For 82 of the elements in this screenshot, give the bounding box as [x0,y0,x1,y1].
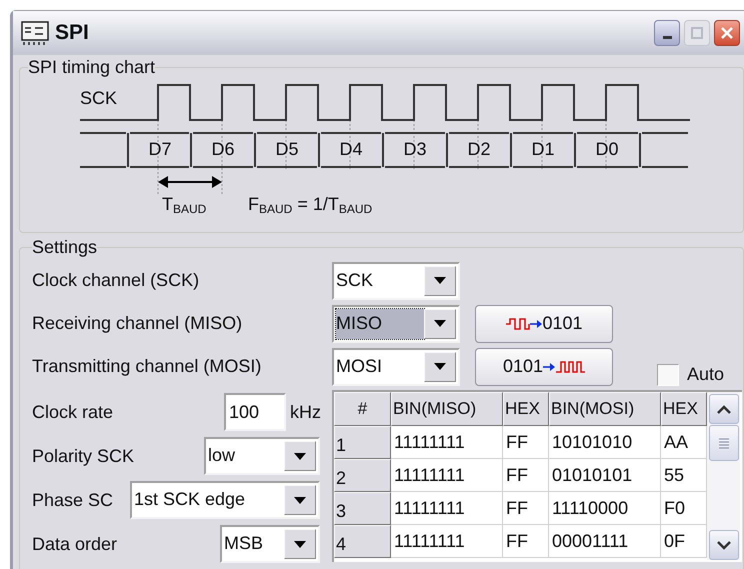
bit-label: D6 [210,138,236,161]
formula-text: F$_{BAUD}$ = 1/T$_{BAUD}$ [248,193,372,218]
dropdown-value: MOSI [336,354,384,378]
scrollbar[interactable] [707,392,740,560]
bit-label: D1 [530,138,556,161]
column-header[interactable]: HEX [661,392,707,426]
scroll-up-icon [716,404,730,414]
dropdown[interactable]: MISO [332,304,460,342]
dropdown[interactable]: MSB [220,525,320,563]
dropdown-value: MISO [336,308,424,338]
group-title: Settings [32,237,98,257]
convert-button[interactable]: 0101 [475,304,613,342]
dropdown-value: SCK [336,268,374,292]
bit-label: D2 [466,138,492,161]
grip-icon [718,438,728,448]
field-label: Transmitting channel (MOSI) [32,355,262,378]
table-cell: 11111111 [391,525,503,558]
field-label: Clock rate [32,400,114,424]
window-title: SPI [55,20,89,46]
field-label: Phase SC [32,488,114,512]
minimize-button[interactable] [654,20,680,46]
bit-label: D3 [402,138,428,161]
table-cell: FF [503,426,549,459]
dropdown-value: MSB [224,532,264,555]
dropdown[interactable]: MOSI [332,348,460,386]
square-wave-icon [555,358,586,374]
bit-label: D5 [274,138,300,161]
table-cell: 01010101 [549,459,661,492]
dropdown-arrow-icon [294,540,306,548]
signal-label: SCK [80,87,118,110]
signal-wave-icon [505,316,530,332]
bit-label: D7 [147,138,172,161]
column-header[interactable]: BIN(MISO) [391,392,503,426]
dropdown-arrow-icon [434,363,446,370]
scroll-down-button[interactable] [708,530,738,560]
scroll-thumb[interactable] [708,425,738,461]
table-cell: FF [503,459,549,492]
dropdown[interactable]: low [204,437,320,475]
auto-checkbox[interactable] [657,364,679,386]
double-arrow-icon [158,174,222,190]
clock-rate-field[interactable]: 100 [224,393,286,431]
period-label: T$_{BAUD}$ [162,193,206,218]
column-header[interactable]: BIN(MOSI) [549,392,661,426]
field-label: Clock channel (SCK) [32,269,200,292]
table-cell: FF [503,525,549,558]
field-label: Data order [32,532,118,556]
chip-icon [21,20,49,46]
table-cell: 00001111 [549,525,661,558]
dropdown-arrow-icon [434,320,446,327]
dropdown[interactable]: SCK [332,262,460,300]
minimize-icon [662,36,672,38]
dropdown-value: 1st SCK edge [134,488,246,511]
dropdown[interactable]: 1st SCK edge [130,481,320,519]
table-cell: 11111111 [391,459,503,492]
close-icon [720,26,734,40]
bit-label: D4 [338,138,364,161]
convert-button[interactable]: 0101 [475,348,613,386]
close-button[interactable] [714,20,740,46]
row-header: 3 [334,492,391,525]
dropdown-arrow-icon [294,496,306,504]
dropdown-arrow-icon [294,452,306,460]
checkbox-label: Auto [687,363,724,386]
dropdown-arrow-icon [434,277,446,284]
field-label: Receiving channel (MISO) [32,312,244,335]
table-cell: 11111111 [391,492,503,525]
scroll-up-button[interactable] [708,394,738,424]
column-header[interactable]: HEX [503,392,549,426]
scroll-down-icon [716,540,730,550]
row-header: 2 [334,459,391,492]
unit-label: kHz [290,400,321,424]
field-label: Polarity SCK [32,444,136,468]
column-header[interactable]: # [334,392,391,426]
table-cell: 11111111 [391,426,503,459]
dropdown-value: low [208,444,236,467]
row-header: 4 [334,525,391,558]
table-cell: 10101010 [549,426,661,459]
group-title: SPI timing chart [28,57,156,77]
table-cell: 11110000 [549,492,661,525]
bit-label: D0 [594,138,620,161]
row-header: 1 [334,426,391,459]
maximize-icon [691,27,703,39]
table-cell: FF [503,492,549,525]
